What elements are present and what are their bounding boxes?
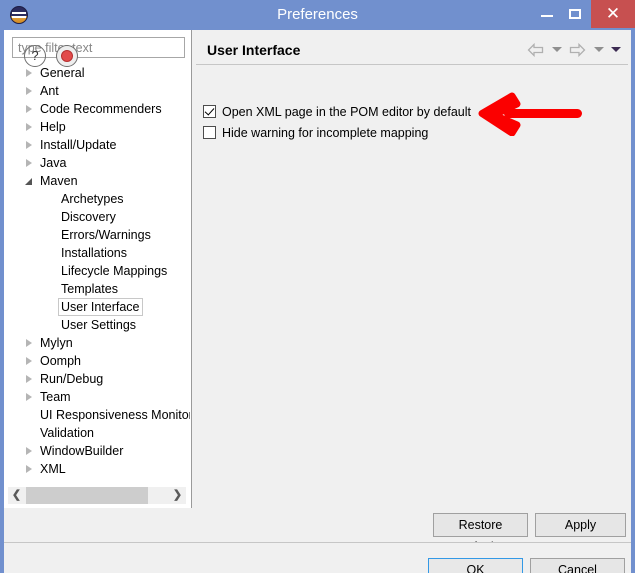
sidebar-item-label: Java — [40, 156, 67, 170]
back-arrow-icon[interactable] — [527, 42, 544, 57]
sidebar-item-label: Installations — [61, 246, 128, 260]
tree-expanded-arrow-icon[interactable] — [25, 178, 32, 185]
checkbox-open-xml[interactable] — [203, 105, 216, 118]
maximize-button[interactable] — [559, 0, 591, 28]
sidebar-item-install-update[interactable]: Install/Update — [4, 136, 190, 154]
close-button[interactable]: ✕ — [591, 0, 635, 28]
preferences-dialog: Preferences ✕ General Ant Code Recommender… — [0, 0, 635, 573]
tree-collapsed-arrow-icon[interactable] — [26, 69, 32, 77]
sidebar-item-label: WindowBuilder — [40, 444, 124, 458]
tree-collapsed-arrow-icon[interactable] — [26, 447, 32, 455]
sidebar-item-user-interface[interactable]: User Interface — [4, 298, 190, 316]
sidebar-item-label: Lifecycle Mappings — [61, 264, 168, 278]
sidebar-item-label: Team — [40, 390, 71, 404]
sidebar-item-team[interactable]: Team — [4, 388, 190, 406]
sidebar-item-label: Discovery — [61, 210, 116, 224]
record-icon[interactable] — [56, 45, 78, 67]
sidebar-item-code-recommenders[interactable]: Code Recommenders — [4, 100, 190, 118]
minimize-icon — [541, 15, 553, 17]
scrollbar-thumb[interactable] — [26, 487, 148, 504]
sidebar-item-help[interactable]: Help — [4, 118, 190, 136]
sidebar-item-user-settings[interactable]: User Settings — [4, 316, 190, 334]
view-menu-chevron-down-icon[interactable] — [611, 47, 621, 53]
sidebar-item-templates[interactable]: Templates — [4, 280, 190, 298]
apply-button[interactable]: Apply — [535, 513, 626, 537]
sidebar-item-installations[interactable]: Installations — [4, 244, 190, 262]
option-label-open-xml: Open XML page in the POM editor by defau… — [222, 105, 471, 119]
tree-horizontal-scrollbar[interactable]: ❮ ❯ — [8, 487, 186, 504]
sidebar-item-discovery[interactable]: Discovery — [4, 208, 190, 226]
tree-collapsed-arrow-icon[interactable] — [26, 465, 32, 473]
sidebar-item-label: Validation — [40, 426, 94, 440]
sidebar-item-archetypes[interactable]: Archetypes — [4, 190, 190, 208]
dialog-body: General Ant Code Recommenders Help Install/U… — [3, 30, 632, 573]
tree-collapsed-arrow-icon[interactable] — [26, 339, 32, 347]
sidebar-item-maven[interactable]: Maven — [4, 172, 190, 190]
sidebar-item-label: Maven — [40, 174, 78, 188]
checkbox-hide-warning[interactable] — [203, 126, 216, 139]
tree-collapsed-arrow-icon[interactable] — [26, 375, 32, 383]
sidebar-item-label: Help — [40, 120, 66, 134]
sidebar-item-windowbuilder[interactable]: WindowBuilder — [4, 442, 190, 460]
sidebar-item-label: Mylyn — [40, 336, 73, 350]
help-icon[interactable]: ? — [24, 45, 46, 67]
sidebar-item-oomph[interactable]: Oomph — [4, 352, 190, 370]
sidebar-item-label: Templates — [61, 282, 118, 296]
forward-menu-chevron-down-icon[interactable] — [593, 47, 604, 53]
title-separator — [196, 64, 628, 65]
sidebar-item-label: Ant — [40, 84, 59, 98]
scroll-right-icon[interactable]: ❯ — [169, 487, 186, 504]
sidebar-item-ant[interactable]: Ant — [4, 82, 190, 100]
back-menu-chevron-down-icon[interactable] — [551, 47, 562, 53]
sidebar-item-label: Errors/Warnings — [61, 228, 151, 242]
option-label-hide-warning: Hide warning for incomplete mapping — [222, 126, 429, 140]
sidebar-item-errors-warnings[interactable]: Errors/Warnings — [4, 226, 190, 244]
tree-collapsed-arrow-icon[interactable] — [26, 141, 32, 149]
ok-button[interactable]: OK — [428, 558, 523, 573]
sidebar-item-label: Install/Update — [40, 138, 117, 152]
sidebar-item-label: Archetypes — [61, 192, 124, 206]
sidebar-item-xml[interactable]: XML — [4, 460, 190, 474]
preference-tree[interactable]: General Ant Code Recommenders Help Install/U… — [4, 64, 190, 474]
sidebar-item-validation[interactable]: Validation — [4, 424, 190, 442]
title-bar: Preferences ✕ — [0, 0, 635, 30]
tree-collapsed-arrow-icon[interactable] — [26, 87, 32, 95]
maximize-icon — [569, 9, 581, 19]
tree-collapsed-arrow-icon[interactable] — [26, 105, 32, 113]
sidebar-item-label: User Interface — [58, 298, 143, 316]
sidebar-item-label: General — [40, 66, 85, 80]
preference-tree-panel: General Ant Code Recommenders Help Install/U… — [4, 30, 192, 508]
tree-collapsed-arrow-icon[interactable] — [26, 159, 32, 167]
cancel-button[interactable]: Cancel — [530, 558, 625, 573]
preference-page: User Interface Open XML page in the POM … — [193, 30, 631, 508]
tree-collapsed-arrow-icon[interactable] — [26, 393, 32, 401]
scroll-left-icon[interactable]: ❮ — [8, 487, 25, 504]
restore-defaults-button[interactable]: Restore Defaults — [433, 513, 528, 554]
tree-collapsed-arrow-icon[interactable] — [26, 357, 32, 365]
sidebar-item-java[interactable]: Java — [4, 154, 190, 172]
sidebar-item-lifecycle-mappings[interactable]: Lifecycle Mappings — [4, 262, 190, 280]
page-navigation — [524, 41, 621, 57]
sidebar-item-label: User Settings — [61, 318, 137, 332]
page-title: User Interface — [207, 42, 301, 58]
sidebar-item-label: Run/Debug — [40, 372, 104, 386]
forward-arrow-icon[interactable] — [569, 42, 586, 57]
close-icon: ✕ — [605, 4, 621, 23]
sidebar-item-label: XML — [40, 462, 66, 474]
sidebar-item-label: Oomph — [40, 354, 81, 368]
sidebar-item-run-debug[interactable]: Run/Debug — [4, 370, 190, 388]
sidebar-item-mylyn[interactable]: Mylyn — [4, 334, 190, 352]
tree-collapsed-arrow-icon[interactable] — [26, 123, 32, 131]
sidebar-item-label: UI Responsiveness Monitor — [40, 408, 190, 422]
sidebar-item-ui-responsiveness-monitor[interactable]: UI Responsiveness Monitor — [4, 406, 190, 424]
sidebar-item-label: Code Recommenders — [40, 102, 162, 116]
